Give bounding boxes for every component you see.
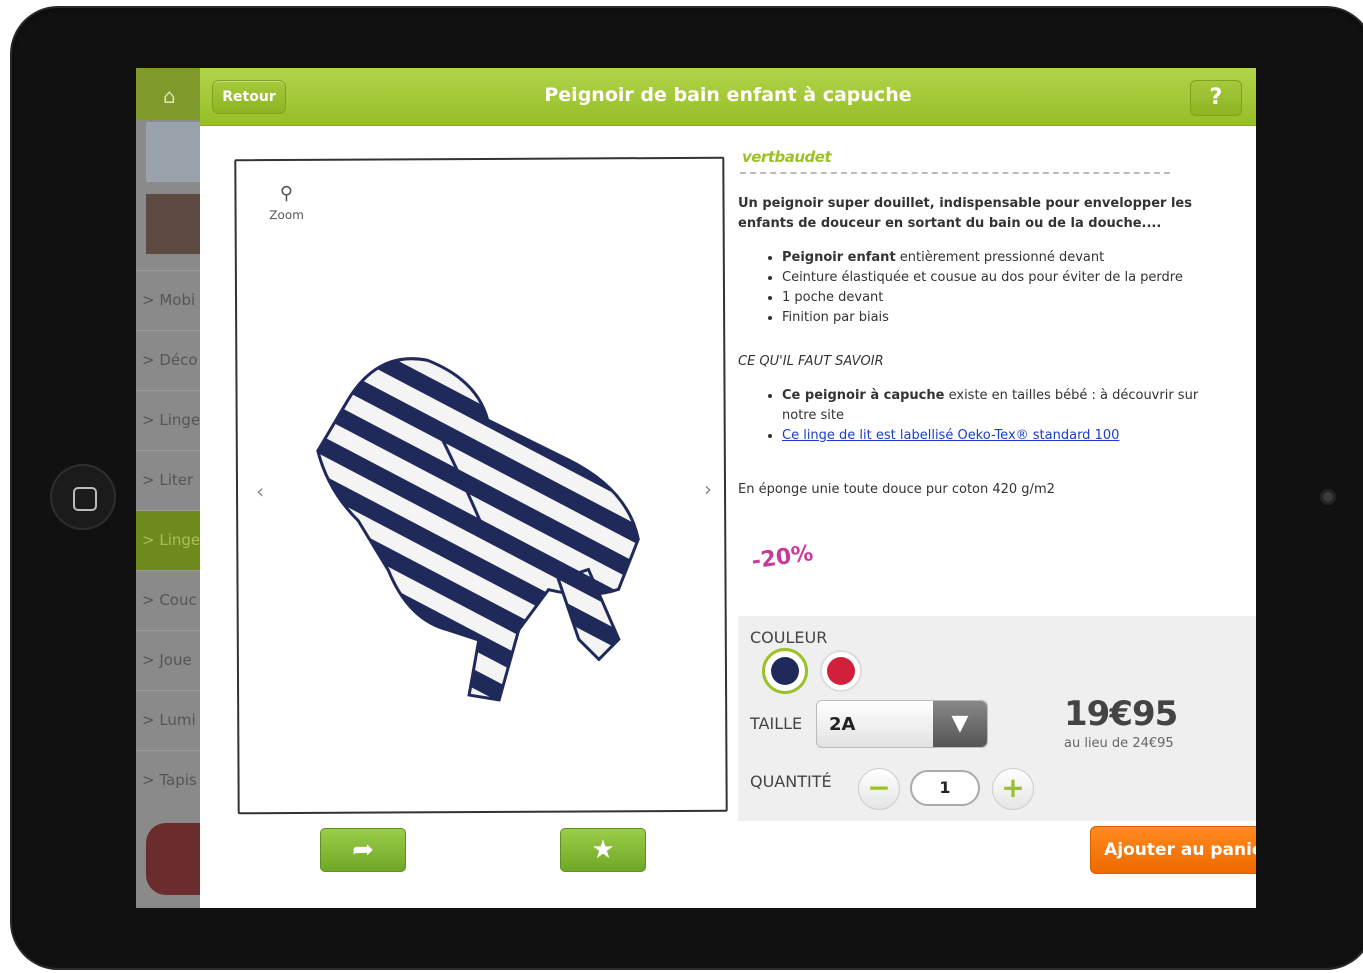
zoom-button[interactable]: ⚲ Zoom: [266, 183, 306, 223]
feature-text: entièrement pressionné devant: [895, 250, 1105, 265]
sidebar-home-button[interactable]: ⌂: [136, 68, 200, 120]
top-bar: Retour Peignoir de bain enfant à capuche…: [200, 68, 1256, 126]
list-item: Finition par biais: [782, 308, 1218, 328]
sidebar-thumbnail[interactable]: [146, 194, 200, 254]
price: 19€95: [1064, 694, 1178, 734]
add-to-cart-button[interactable]: Ajouter au panier: [1090, 826, 1256, 874]
feature-bold: Peignoir enfant: [782, 250, 896, 265]
magnifier-icon: ⚲: [279, 182, 294, 205]
sidebar-thumbnail[interactable]: [146, 823, 200, 895]
list-item: Ce peignoir à capuche existe en tailles …: [782, 386, 1218, 426]
feature-list: Peignoir enfant entièrement pressionné d…: [782, 248, 1218, 328]
fabric-description: En éponge unie toute douce pur coton 420…: [738, 482, 1055, 497]
quantity-label: QUANTITÉ: [750, 772, 832, 791]
brand-logo: vertbaudet: [742, 148, 832, 166]
share-icon: ➦: [352, 835, 374, 865]
feature-text: 1 poche devant: [782, 290, 884, 305]
sidebar-item[interactable]: > Couc: [136, 570, 200, 630]
section-title: CE QU'IL FAUT SAVOIR: [738, 354, 884, 369]
divider: [740, 172, 1170, 174]
category-sidebar: ⌂ > Mobi > Déco > Linge > Liter > Linge …: [136, 68, 200, 908]
favorite-button[interactable]: ★: [560, 828, 646, 872]
description-intro: Un peignoir super douillet, indispensabl…: [738, 196, 1192, 231]
product-photo-bathrobe: [316, 357, 640, 702]
oeko-tex-link[interactable]: Ce linge de lit est labellisé Oeko-Tex® …: [782, 428, 1119, 443]
sidebar-item-active[interactable]: > Linge: [136, 510, 200, 570]
color-label: COULEUR: [750, 628, 828, 647]
color-swatch-navy[interactable]: [762, 648, 808, 694]
sidebar-item[interactable]: > Mobi: [136, 270, 200, 330]
size-select[interactable]: 2A ▼: [816, 700, 988, 748]
home-hardware-button[interactable]: [50, 464, 116, 530]
sidebar-item[interactable]: > Déco: [136, 330, 200, 390]
sidebar-item[interactable]: > Linge: [136, 390, 200, 450]
swatch-color: [827, 657, 855, 685]
list-item: 1 poche devant: [782, 288, 1218, 308]
quantity-decrease-button[interactable]: −: [858, 768, 900, 810]
sidebar-item[interactable]: > Liter: [136, 450, 200, 510]
star-icon: ★: [591, 835, 615, 865]
old-price: au lieu de 24€95: [1064, 736, 1174, 751]
share-button[interactable]: ➦: [320, 828, 406, 872]
feature-text: Finition par biais: [782, 310, 889, 325]
app-screen: ⌂ > Mobi > Déco > Linge > Liter > Linge …: [136, 68, 1256, 908]
info-list: Ce peignoir à capuche existe en tailles …: [782, 386, 1218, 446]
list-item: Ceinture élastiquée et cousue au dos pou…: [782, 268, 1218, 288]
quantity-field[interactable]: 1: [910, 770, 980, 806]
sidebar-thumbnail[interactable]: [146, 122, 200, 182]
zoom-label: Zoom: [269, 207, 304, 223]
size-value: 2A: [829, 714, 856, 735]
sidebar-item[interactable]: > Lumi: [136, 690, 200, 750]
color-swatch-red[interactable]: [820, 650, 862, 692]
product-detail-panel: Retour Peignoir de bain enfant à capuche…: [200, 68, 1256, 908]
list-item: Ce linge de lit est labellisé Oeko-Tex® …: [782, 426, 1218, 446]
quantity-increase-button[interactable]: +: [992, 768, 1034, 810]
help-button[interactable]: ?: [1190, 80, 1242, 116]
page-title: Peignoir de bain enfant à capuche: [544, 84, 912, 106]
discount-badge: -20%: [750, 541, 815, 575]
previous-image-arrow[interactable]: ‹: [256, 479, 264, 503]
info-bold: Ce peignoir à capuche: [782, 388, 945, 403]
next-image-arrow[interactable]: ›: [704, 477, 712, 501]
chevron-down-icon[interactable]: ▼: [933, 701, 987, 747]
camera: [1320, 489, 1336, 505]
purchase-box: COULEUR TAILLE 2A ▼ 19€95 au lieu de 24€…: [738, 616, 1256, 821]
size-label: TAILLE: [750, 714, 803, 733]
feature-text: Ceinture élastiquée et cousue au dos pou…: [782, 270, 1183, 285]
sidebar-item[interactable]: > Tapis: [136, 750, 200, 810]
product-image-frame: ⚲ Zoom ‹ ›: [234, 156, 728, 815]
list-item: Peignoir enfant entièrement pressionné d…: [782, 248, 1218, 268]
product-description: Un peignoir super douillet, indispensabl…: [738, 194, 1218, 500]
sidebar-item[interactable]: > Joue: [136, 630, 200, 690]
swatch-color: [771, 657, 799, 685]
home-icon: ⌂: [163, 84, 176, 108]
